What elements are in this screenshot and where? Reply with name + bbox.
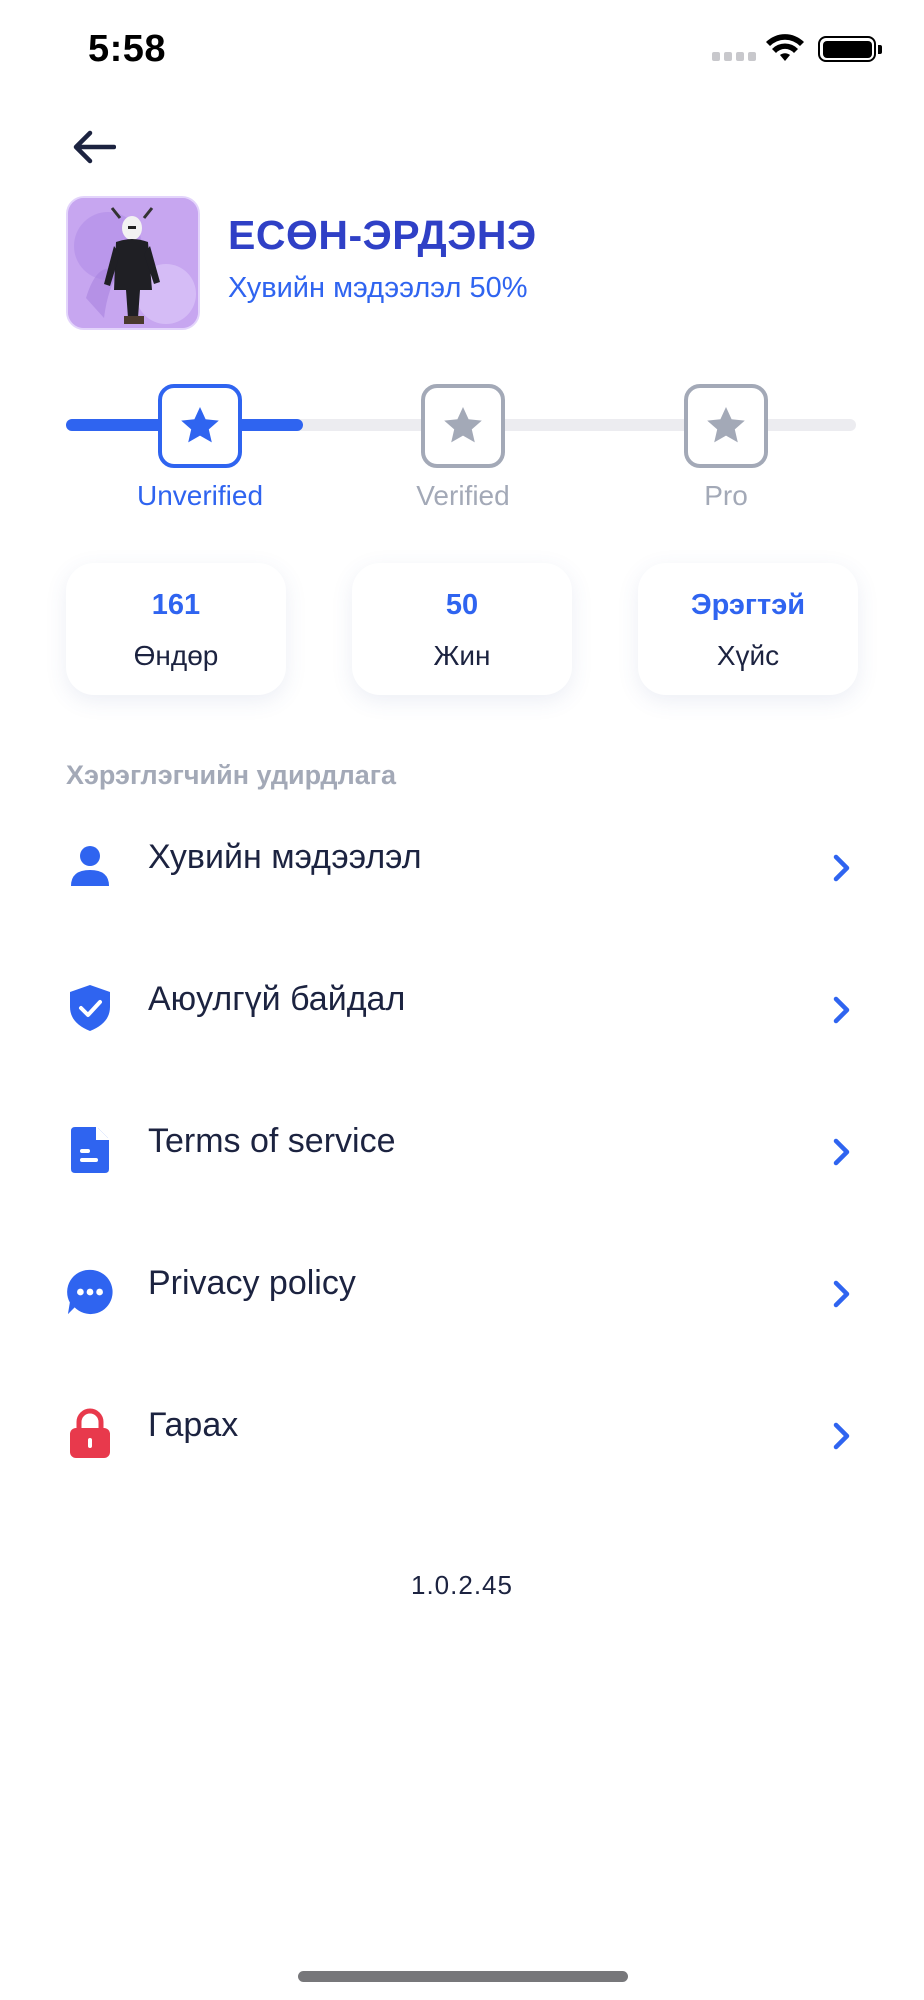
status-time: 5:58	[88, 28, 167, 70]
menu-item-terms-of-service[interactable]: Terms of service	[0, 1112, 924, 1222]
profile-completion: Хувийн мэдээлэл 50%	[228, 272, 528, 304]
menu-item-security[interactable]: Аюулгүй байдал	[0, 970, 924, 1080]
wifi-icon	[766, 34, 804, 61]
person-icon	[66, 840, 114, 892]
profile-name: ЕСӨН-ЭРДЭНЭ	[228, 212, 537, 258]
chevron-right-icon	[828, 1416, 856, 1456]
menu-item-personal-info[interactable]: Хувийн мэдээлэл	[0, 828, 924, 938]
star-icon	[444, 407, 482, 443]
menu-item-label: Terms of service	[148, 1122, 396, 1160]
stat-card-weight: 50 Жин	[352, 563, 572, 695]
section-title: Хэрэглэгчийн удирдлага	[66, 760, 396, 790]
star-icon	[181, 407, 219, 443]
menu-item-privacy-policy[interactable]: Privacy policy	[0, 1254, 924, 1364]
level-unverified-badge[interactable]	[158, 384, 242, 468]
stat-label: Жин	[433, 640, 491, 671]
menu-item-label: Аюулгүй байдал	[148, 980, 406, 1018]
chat-icon	[66, 1266, 114, 1318]
level-verified-label: Verified	[416, 480, 510, 511]
stat-label: Хүйс	[716, 640, 780, 671]
menu-item-label: Privacy policy	[148, 1264, 356, 1302]
level-unverified-label: Unverified	[136, 480, 264, 511]
level-pro-label: Pro	[704, 480, 748, 511]
chevron-right-icon	[828, 848, 856, 888]
arrow-left-icon	[73, 130, 116, 164]
stat-value: Эрэгтэй	[690, 589, 806, 621]
battery-icon	[818, 36, 882, 62]
avatar[interactable]	[66, 196, 200, 330]
stat-value: 161	[151, 589, 201, 621]
chevron-right-icon	[828, 1132, 856, 1172]
menu-item-logout[interactable]: Гарах	[0, 1396, 924, 1506]
stat-card-height: 161 Өндөр	[66, 563, 286, 695]
stat-value: 50	[445, 589, 479, 621]
home-indicator[interactable]	[298, 1971, 628, 1982]
shield-icon	[66, 982, 114, 1034]
level-pro-badge[interactable]	[684, 384, 768, 468]
status-bar: 5:58	[0, 0, 924, 100]
document-icon	[66, 1124, 114, 1176]
menu-item-label: Гарах	[148, 1406, 239, 1444]
star-icon	[707, 407, 745, 443]
menu-item-label: Хувийн мэдээлэл	[148, 838, 422, 876]
stat-label: Өндөр	[133, 640, 219, 671]
stat-card-gender: Эрэгтэй Хүйс	[638, 563, 858, 695]
lock-icon	[66, 1408, 114, 1460]
level-verified-badge[interactable]	[421, 384, 505, 468]
cellular-signal-icon	[712, 52, 756, 61]
chevron-right-icon	[828, 1274, 856, 1314]
chevron-right-icon	[828, 990, 856, 1030]
app-version: 1.0.2.45	[411, 1570, 513, 1600]
back-button[interactable]	[66, 122, 122, 172]
